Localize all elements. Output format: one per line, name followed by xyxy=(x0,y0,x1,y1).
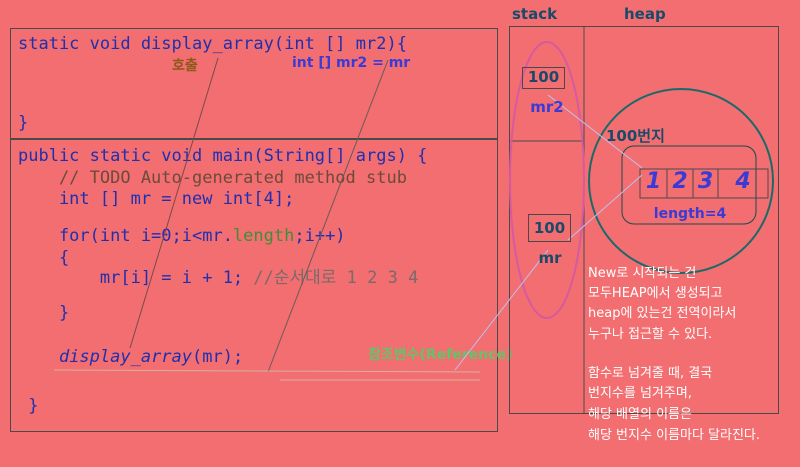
mr-value: 100 xyxy=(533,219,566,237)
mr-to-heap-line xyxy=(567,174,643,241)
explanation-line-5: 함수로 넘겨줄 때, 결국 xyxy=(588,366,713,381)
explanation-line-1: New로 시작되는 건 xyxy=(588,266,697,281)
mr2-label: mr2 xyxy=(530,98,564,116)
array-value-4: 4 xyxy=(735,169,751,194)
call-underline xyxy=(53,369,481,373)
explanation-line-6: 번지수를 넘겨주며, xyxy=(588,386,692,401)
mr-label: mr xyxy=(538,249,562,267)
explanation-line-8: 해당 번지수 이름마다 달라진다. xyxy=(588,428,761,443)
array-value-2: 2 xyxy=(672,169,688,194)
array-value-3: 3 xyxy=(697,169,714,194)
explanation-line-3: heap에 있는건 전역이라서 xyxy=(588,306,737,321)
param-arrow-line xyxy=(267,59,389,373)
explanation-line-7: 해당 배열의 이름은 xyxy=(588,407,692,422)
explanation-line-2: 모두HEAP에서 생성되고 xyxy=(588,286,723,301)
array-length-label: length=4 xyxy=(653,206,727,222)
array-value-1: 1 xyxy=(645,169,662,194)
call-arrow-line xyxy=(129,57,219,349)
explanation-line-4: 누구나 접근할 수 있다. xyxy=(588,327,713,342)
mr2-value: 100 xyxy=(527,68,560,86)
